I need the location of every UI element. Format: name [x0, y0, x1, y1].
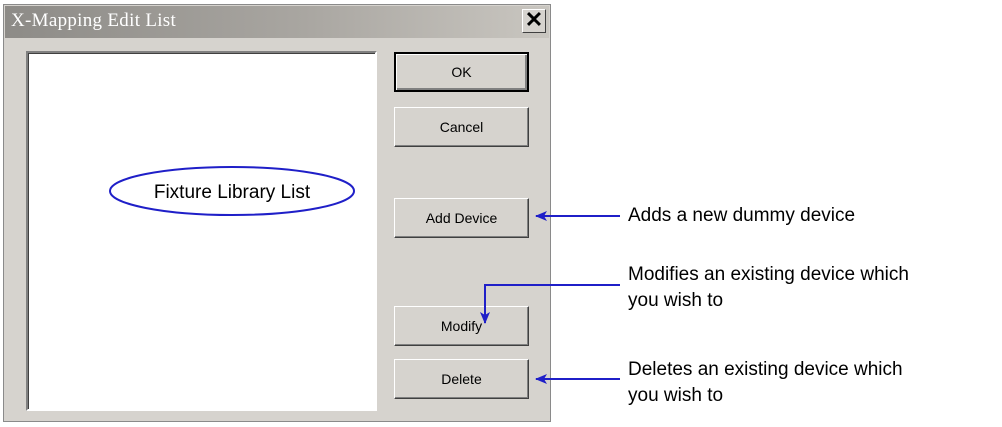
delete-callout-line2: you wish to	[628, 385, 724, 406]
ok-button[interactable]: OK	[394, 52, 529, 92]
fixture-library-listbox[interactable]	[26, 51, 377, 411]
title-bar[interactable]: X-Mapping Edit List ✕	[5, 6, 549, 38]
modify-callout-line1: Modifies an existing device which	[628, 264, 909, 285]
modify-callout-line2: you wish to	[628, 290, 724, 311]
delete-callout-line1: Deletes an existing device which	[628, 359, 903, 380]
add-device-callout: Adds a new dummy device	[628, 205, 856, 226]
cancel-button[interactable]: Cancel	[394, 107, 529, 147]
dialog-title: X-Mapping Edit List	[11, 10, 177, 31]
modify-button[interactable]: Modify	[394, 306, 529, 346]
close-icon: ✕	[524, 7, 544, 32]
close-button[interactable]: ✕	[522, 9, 546, 33]
delete-button[interactable]: Delete	[394, 359, 529, 399]
x-mapping-dialog: X-Mapping Edit List ✕ OK Cancel Add Devi…	[3, 4, 551, 422]
add-device-button[interactable]: Add Device	[394, 198, 529, 238]
